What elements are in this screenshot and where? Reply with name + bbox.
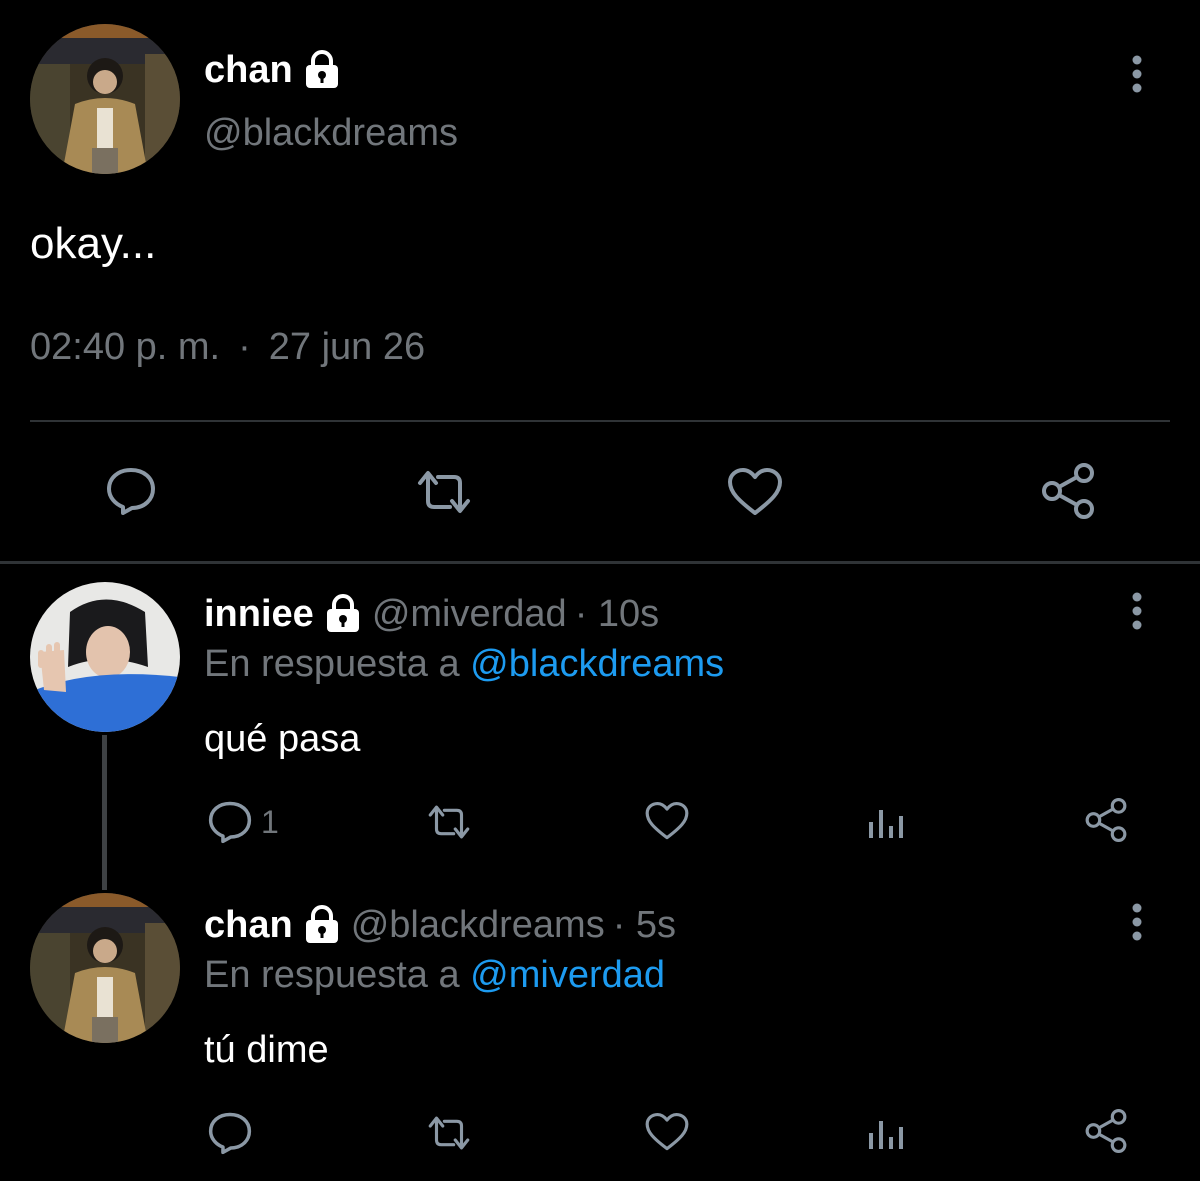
analytics-icon xyxy=(869,810,903,838)
like-button[interactable] xyxy=(644,800,690,842)
more-options-button[interactable] xyxy=(1127,589,1147,633)
mention-link[interactable]: @blackdreams xyxy=(470,643,724,685)
author-handle[interactable]: @blackdreams xyxy=(351,906,605,944)
reply-button[interactable] xyxy=(207,1111,253,1155)
tweet-text: okay... xyxy=(30,219,157,268)
more-vertical-icon xyxy=(1132,903,1142,941)
share-button[interactable] xyxy=(1084,798,1128,842)
reply-prefix: En respuesta a xyxy=(204,954,460,996)
lock-icon xyxy=(324,594,362,634)
heart-icon xyxy=(728,468,782,515)
tweet-meta: 02:40 p. m. · 27 jun 26 xyxy=(30,328,425,366)
avatar-image xyxy=(30,24,180,174)
share-button[interactable] xyxy=(1040,463,1096,519)
share-icon xyxy=(1042,463,1094,519)
like-button[interactable] xyxy=(726,466,784,518)
avatar-chan[interactable] xyxy=(30,24,180,174)
share-button[interactable] xyxy=(1084,1109,1128,1153)
more-options-button[interactable] xyxy=(1127,52,1147,96)
analytics-icon xyxy=(869,1121,903,1149)
reply-icon xyxy=(208,801,252,844)
tweet-age: · 10s xyxy=(574,593,660,635)
retweet-icon xyxy=(428,1116,470,1150)
retweet-icon xyxy=(428,805,470,839)
mention-link[interactable]: @miverdad xyxy=(470,954,665,996)
author-handle[interactable]: @blackdreams xyxy=(204,114,458,152)
tweet-time[interactable]: 02:40 p. m. xyxy=(30,326,220,368)
reply-header: chan @blackdreams · 5s xyxy=(204,905,676,945)
reply-icon xyxy=(107,468,155,515)
divider xyxy=(30,420,1170,422)
reply-button[interactable]: 1 xyxy=(207,800,279,844)
avatar-image xyxy=(30,893,180,1043)
more-options-button[interactable] xyxy=(1127,900,1147,944)
more-vertical-icon xyxy=(1132,55,1142,93)
avatar-image xyxy=(30,582,180,732)
section-divider xyxy=(0,561,1200,564)
tweet-age: · 5s xyxy=(612,904,677,946)
lock-icon xyxy=(303,905,341,945)
analytics-button[interactable] xyxy=(866,804,906,840)
share-icon xyxy=(1085,798,1127,842)
heart-icon xyxy=(645,801,689,840)
retweet-button[interactable] xyxy=(424,802,474,842)
reply-context: En respuesta a @blackdreams xyxy=(204,645,724,683)
author-handle[interactable]: @miverdad xyxy=(372,595,567,633)
reply-context: En respuesta a @miverdad xyxy=(204,956,665,994)
author-name[interactable]: chan xyxy=(204,50,341,90)
reply-count: 1 xyxy=(261,803,279,840)
tweet-date[interactable]: 27 jun 26 xyxy=(269,326,425,368)
avatar-inniee[interactable] xyxy=(30,582,180,732)
tweet-text: qué pasa xyxy=(204,718,361,760)
share-icon xyxy=(1085,1109,1127,1153)
retweet-icon xyxy=(418,471,470,513)
lock-icon xyxy=(303,50,341,90)
tweet-text: tú dime xyxy=(204,1029,329,1071)
reply-prefix: En respuesta a xyxy=(204,643,460,685)
retweet-button[interactable] xyxy=(412,466,476,518)
thread-connector xyxy=(102,735,107,890)
reply-header: inniee @miverdad · 10s xyxy=(204,594,659,634)
more-vertical-icon xyxy=(1132,592,1142,630)
analytics-button[interactable] xyxy=(866,1115,906,1151)
author-name[interactable]: chan xyxy=(204,906,293,944)
like-button[interactable] xyxy=(644,1111,690,1153)
meta-separator: · xyxy=(238,326,251,368)
reply-button[interactable] xyxy=(103,463,159,519)
avatar-chan[interactable] xyxy=(30,893,180,1043)
author-name[interactable]: inniee xyxy=(204,595,314,633)
heart-icon xyxy=(645,1112,689,1151)
retweet-button[interactable] xyxy=(424,1113,474,1153)
reply-icon xyxy=(208,1112,252,1155)
